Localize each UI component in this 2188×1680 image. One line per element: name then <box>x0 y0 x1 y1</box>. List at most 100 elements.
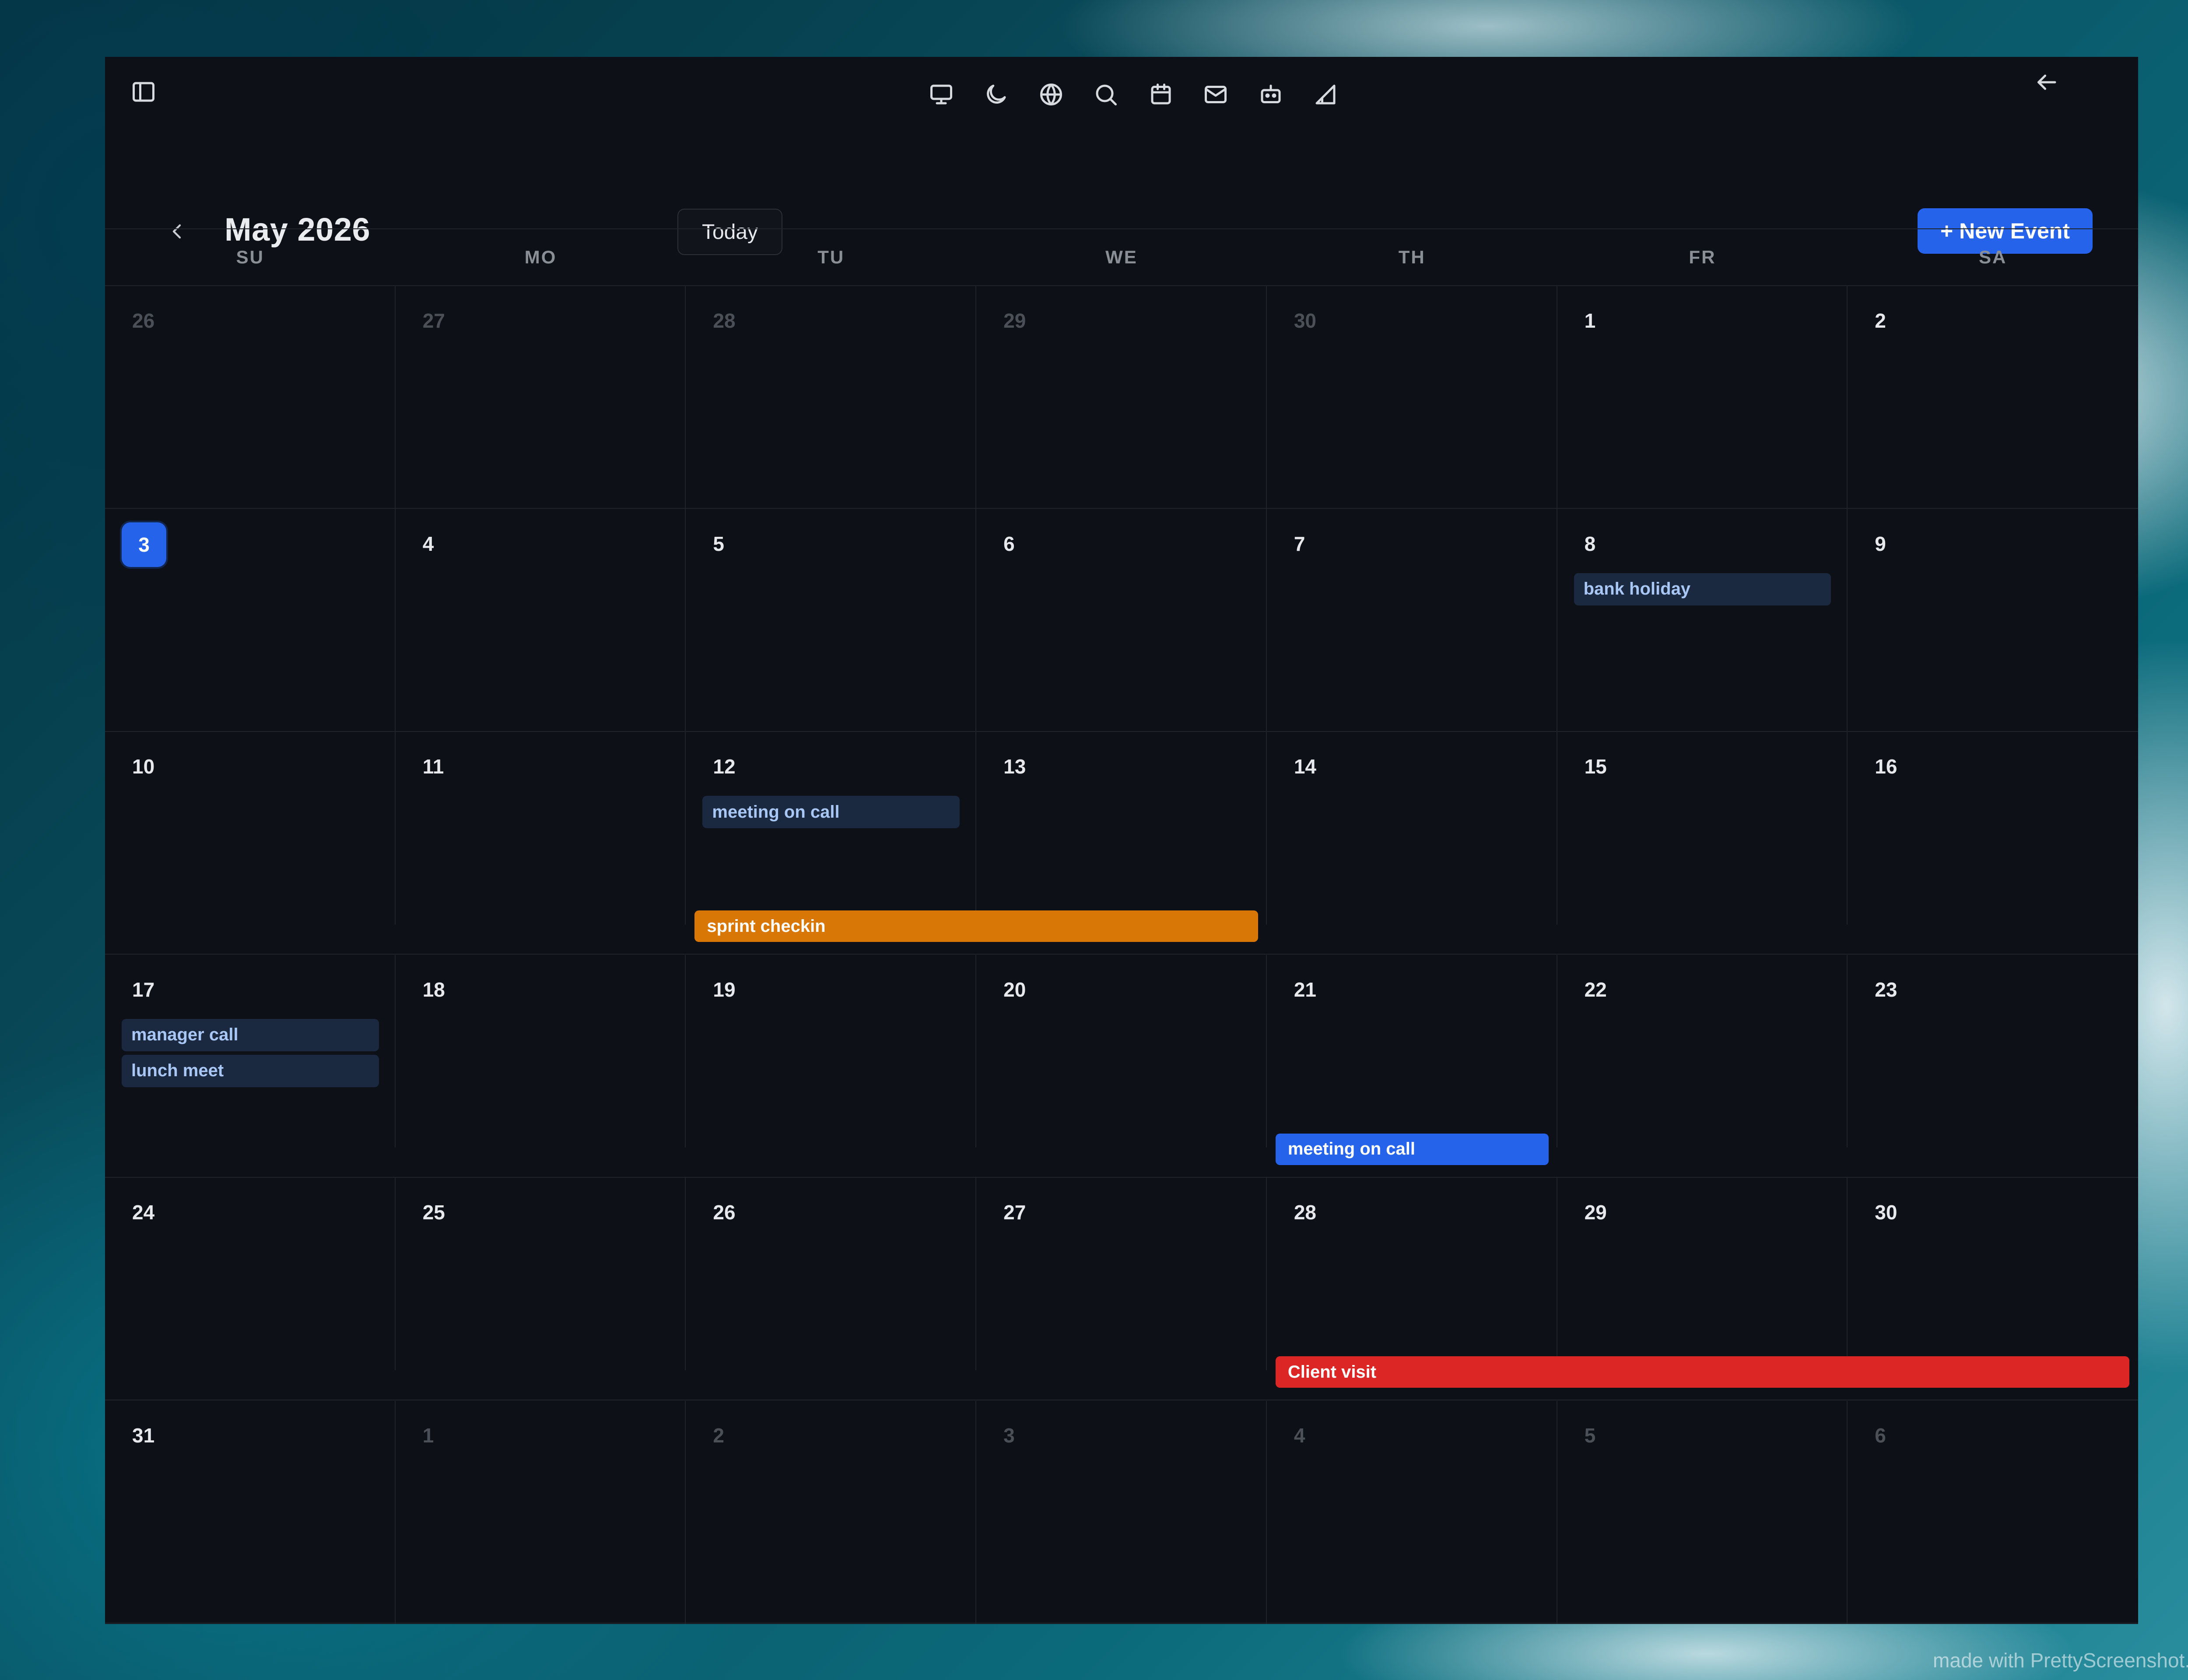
day-number: 23 <box>1875 978 1897 1001</box>
week-row: 24 25 26 27 28 29 30 Client visit <box>105 1178 2138 1401</box>
day-cell[interactable]: 25 <box>396 1178 686 1371</box>
day-number: 27 <box>422 309 445 332</box>
day-cell[interactable]: 31 <box>105 1401 396 1624</box>
day-number: 30 <box>1294 309 1317 332</box>
day-cell[interactable]: 2 <box>686 1401 977 1624</box>
day-number: 30 <box>1875 1201 1897 1224</box>
today-date-badge: 3 <box>122 522 166 567</box>
day-number: 28 <box>713 309 736 332</box>
day-cell[interactable]: 30 <box>1267 286 1557 509</box>
weekday-label: MO <box>524 247 557 267</box>
day-number: 20 <box>1003 978 1026 1001</box>
day-number: 8 <box>1584 532 1596 555</box>
day-cell[interactable]: 30 <box>1848 1178 2138 1370</box>
calendar-app: May 2026 Today + New Event SU MO TU WE T… <box>105 57 2138 1624</box>
day-cell[interactable]: 29 <box>1557 1178 1848 1371</box>
day-cell[interactable]: 27 <box>976 1178 1267 1371</box>
day-cell[interactable]: 27 <box>396 286 686 509</box>
weekday-label: TU <box>817 247 845 267</box>
day-cell[interactable]: 16 <box>1848 732 2138 924</box>
week-row: 31 1 2 3 4 5 6 <box>105 1401 2138 1624</box>
day-number: 4 <box>1294 1424 1305 1447</box>
day-cell[interactable]: 11 <box>396 732 686 925</box>
day-number: 22 <box>1584 978 1607 1001</box>
day-number: 1 <box>1584 309 1596 332</box>
day-number: 24 <box>132 1201 155 1224</box>
day-cell[interactable]: 14 <box>1267 732 1557 925</box>
day-number: 17 <box>132 978 155 1001</box>
week-row: 17 manager call lunch meet 18 19 20 21 22 23 meet… <box>105 955 2138 1178</box>
day-number: 6 <box>1003 532 1015 555</box>
day-cell[interactable]: 13 <box>976 732 1267 925</box>
day-number: 25 <box>422 1201 445 1224</box>
day-number: 11 <box>422 755 444 778</box>
calendar-header: May 2026 Today + New Event <box>105 57 2138 255</box>
day-number: 28 <box>1294 1201 1317 1224</box>
day-cell[interactable]: 10 <box>105 732 396 925</box>
weekday-header: SU MO TU WE TH FR SA <box>105 228 2138 286</box>
day-number: 2 <box>1875 309 1886 332</box>
week-row: 26 27 28 29 30 1 2 <box>105 286 2138 509</box>
day-number: 29 <box>1003 309 1026 332</box>
weekday-label: TH <box>1398 247 1426 267</box>
event-chip[interactable]: bank holiday <box>1574 573 1831 606</box>
day-cell[interactable]: 1 <box>396 1401 686 1624</box>
day-number: 27 <box>1003 1201 1026 1224</box>
day-number: 15 <box>1584 755 1607 778</box>
day-cell[interactable]: 7 <box>1267 509 1557 732</box>
weekday-label: SA <box>1978 247 2007 267</box>
day-number: 4 <box>422 532 434 555</box>
month-grid: 26 27 28 29 30 1 2 3 4 5 6 7 8 bank holiday 9 10 11 12 mee… <box>105 286 2138 1624</box>
day-cell[interactable]: 2 <box>1848 286 2138 509</box>
day-cell[interactable]: 26 <box>686 1178 977 1371</box>
day-cell[interactable]: 22 <box>1557 955 1848 1148</box>
day-number: 31 <box>132 1424 155 1447</box>
day-number: 9 <box>1875 532 1886 555</box>
day-number: 16 <box>1875 755 1897 778</box>
day-number: 6 <box>1875 1424 1886 1447</box>
day-cell[interactable]: 12 meeting on call <box>686 732 977 925</box>
day-cell[interactable]: 17 manager call lunch meet <box>105 955 396 1148</box>
day-number: 5 <box>713 532 725 555</box>
day-cell[interactable]: 3 <box>976 1401 1267 1624</box>
day-cell[interactable]: 5 <box>686 509 977 732</box>
day-cell[interactable]: 6 <box>976 509 1267 732</box>
week-row: 3 4 5 6 7 8 bank holiday 9 <box>105 509 2138 732</box>
day-cell[interactable]: 28 <box>686 286 977 509</box>
day-number: 2 <box>713 1424 725 1447</box>
day-cell[interactable]: 23 <box>1848 955 2138 1148</box>
day-cell[interactable]: 5 <box>1557 1401 1848 1624</box>
day-cell[interactable]: 24 <box>105 1178 396 1371</box>
day-number: 5 <box>1584 1424 1596 1447</box>
day-cell[interactable]: 9 <box>1848 509 2138 732</box>
day-cell[interactable]: 8 bank holiday <box>1557 509 1848 732</box>
day-number: 14 <box>1294 755 1317 778</box>
day-cell[interactable]: 21 <box>1267 955 1557 1148</box>
day-number: 19 <box>713 978 736 1001</box>
day-cell[interactable]: 19 <box>686 955 977 1148</box>
day-cell[interactable]: 26 <box>105 286 396 509</box>
day-cell[interactable]: 3 <box>105 509 396 732</box>
day-cell[interactable]: 6 <box>1848 1401 2138 1624</box>
day-cell[interactable]: 1 <box>1557 286 1848 509</box>
day-number: 13 <box>1003 755 1026 778</box>
day-cell[interactable]: 4 <box>1267 1401 1557 1624</box>
day-number: 29 <box>1584 1201 1607 1224</box>
day-number: 12 <box>713 755 736 778</box>
weekday-label: SU <box>236 247 265 267</box>
day-cell[interactable]: 4 <box>396 509 686 732</box>
multi-day-event-bar[interactable]: Client visit <box>1275 1356 2129 1388</box>
day-number: 26 <box>132 309 155 332</box>
day-cell[interactable]: 15 <box>1557 732 1848 925</box>
day-number: 1 <box>422 1424 434 1447</box>
day-number: 7 <box>1294 532 1305 555</box>
multi-day-event-bar[interactable]: meeting on call <box>1275 1133 1549 1165</box>
day-cell[interactable]: 18 <box>396 955 686 1148</box>
event-chip[interactable]: lunch meet <box>122 1054 379 1087</box>
day-cell[interactable]: 20 <box>976 955 1267 1148</box>
day-cell[interactable]: 29 <box>976 286 1267 509</box>
event-chip[interactable]: meeting on call <box>702 796 960 829</box>
event-chip[interactable]: manager call <box>122 1018 379 1051</box>
multi-day-event-bar[interactable]: sprint checkin <box>694 910 1258 942</box>
day-cell[interactable]: 28 <box>1267 1178 1557 1371</box>
